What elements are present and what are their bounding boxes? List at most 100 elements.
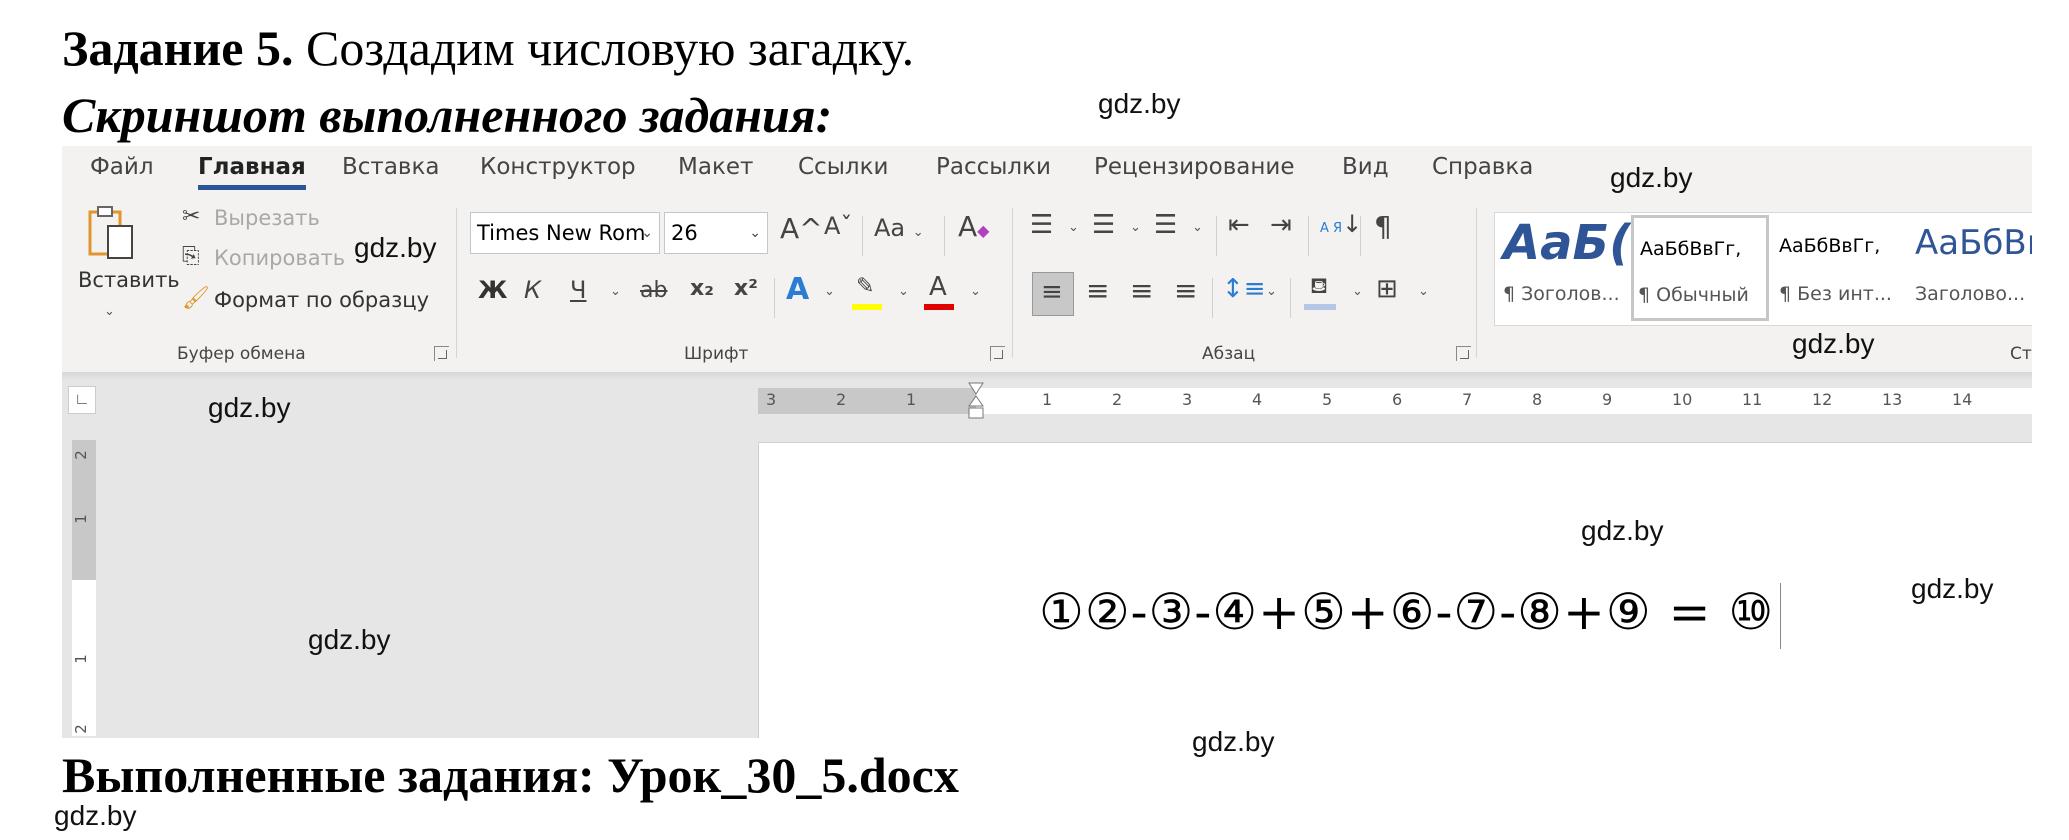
tab-design[interactable]: Конструктор	[480, 154, 636, 180]
document-page[interactable]: gdz.by gdz.by ①②-③-④+⑤+⑥-⑦-⑧+⑨ = ⑩	[758, 442, 2032, 738]
grow-font-button[interactable]: A^	[780, 212, 823, 245]
tab-layout[interactable]: Макет	[678, 154, 753, 180]
show-formatting-button[interactable]: ¶	[1374, 210, 1392, 243]
chevron-down-icon[interactable]: ⌄	[1068, 220, 1079, 235]
style-no-spacing[interactable]: АаБбВвГг, ¶ Без инт...	[1771, 213, 1907, 325]
justify-button[interactable]: ≡	[1174, 274, 1197, 307]
chevron-down-icon[interactable]: ⌄	[1352, 284, 1363, 299]
separator	[944, 216, 945, 256]
shading-button[interactable]: ⛾	[1304, 274, 1338, 312]
font-size-combo[interactable]: 26 ⌄	[664, 212, 768, 254]
style-heading-2[interactable]: АаБбВı Заголово...	[1907, 213, 2032, 325]
scissors-icon: ✂	[182, 204, 201, 229]
multilevel-list-icon[interactable]: ☰	[1154, 210, 1177, 240]
watermark: gdz.by	[1098, 88, 1181, 119]
strikethrough-button[interactable]: ab	[640, 278, 667, 303]
separator	[774, 278, 775, 318]
tab-view[interactable]: Вид	[1342, 154, 1389, 180]
bullets-icon[interactable]: ☰	[1030, 210, 1053, 240]
separator	[1360, 216, 1361, 256]
highlight-button[interactable]: ✎	[852, 274, 882, 312]
ruler-tick-label: 13	[1882, 390, 1903, 409]
tab-references[interactable]: Ссылки	[798, 154, 888, 180]
copy-button[interactable]: Копировать	[214, 246, 345, 270]
tab-review[interactable]: Рецензирование	[1094, 154, 1295, 180]
styles-group-label: Сти	[2010, 344, 2032, 364]
shrink-font-button[interactable]: Aˇ	[824, 212, 852, 240]
ribbon-tabs: Файл Главная Вставка Конструктор Макет С…	[62, 146, 2032, 196]
subscript-button[interactable]: x₂	[690, 276, 714, 301]
sort-icon[interactable]: А Я↓	[1320, 210, 1362, 238]
watermark: gdz.by	[1911, 573, 1994, 604]
style-heading-1[interactable]: АаБ( ¶ Зоголов...	[1495, 213, 1631, 325]
ruler-tick-label: 14	[1952, 390, 1973, 409]
indent-marker[interactable]	[968, 382, 984, 426]
watermark: gdz.by	[1192, 726, 1275, 757]
ruler-tick-label: 1	[71, 514, 90, 524]
align-right-button[interactable]: ≡	[1130, 274, 1153, 307]
watermark: gdz.by	[354, 232, 437, 263]
style-name: ¶ Зоголов...	[1503, 283, 1620, 305]
font-dialog-launcher[interactable]	[990, 346, 1005, 361]
numbering-icon[interactable]: ☰	[1092, 210, 1115, 240]
group-separator	[456, 208, 457, 358]
document-text[interactable]: ①②-③-④+⑤+⑥-⑦-⑧+⑨ = ⑩	[1039, 583, 1782, 649]
ruler-tick-label: 10	[1672, 390, 1693, 409]
tab-home[interactable]: Главная	[198, 154, 306, 190]
format-painter-button[interactable]: Формат по образцу	[214, 288, 429, 312]
line-spacing-icon[interactable]: ↕≡	[1222, 274, 1266, 304]
chevron-down-icon[interactable]: ⌄	[104, 304, 115, 319]
ruler-tick-label: 2	[836, 390, 847, 409]
ribbon-shadow	[62, 372, 2032, 380]
paragraph-group-label: Абзац	[1202, 344, 1256, 364]
task-heading: Задание 5. Создадим числовую загадку.	[62, 18, 914, 78]
horizontal-ruler[interactable]: 3 2 1 1 2 3 4 5 6 7 8 9 10 11 12 13 14	[758, 382, 2032, 419]
ruler-tick-label: 2	[71, 450, 90, 460]
chevron-down-icon[interactable]: ⌄	[898, 284, 909, 299]
chevron-down-icon[interactable]: ⌄	[1192, 220, 1203, 235]
ruler-left-margin	[758, 388, 976, 414]
tab-file[interactable]: Файл	[90, 154, 154, 180]
decrease-indent-icon[interactable]: ⇤	[1228, 210, 1250, 240]
font-name-combo[interactable]: Times New Rom ⌄	[470, 212, 660, 254]
ruler-tick-label: 1	[71, 654, 90, 664]
group-separator	[1476, 208, 1477, 358]
chevron-down-icon[interactable]: ⌄	[1266, 284, 1277, 299]
superscript-button[interactable]: x²	[734, 276, 758, 301]
paragraph-dialog-launcher[interactable]	[1456, 346, 1471, 361]
text-effects-icon[interactable]: A	[786, 272, 809, 307]
tab-insert[interactable]: Вставка	[342, 154, 439, 180]
clear-formatting-icon[interactable]: A◆	[958, 210, 989, 243]
clipboard-dialog-launcher[interactable]	[434, 346, 449, 361]
tab-mailings[interactable]: Рассылки	[936, 154, 1051, 180]
italic-button[interactable]: К	[524, 276, 541, 304]
style-name: ¶ Без инт...	[1779, 283, 1892, 305]
chevron-down-icon[interactable]: ⌄	[1418, 284, 1429, 299]
ruler-tick-label: 5	[1322, 390, 1333, 409]
vertical-ruler[interactable]: 2 1 1 2	[72, 440, 96, 736]
increase-indent-icon[interactable]: ⇥	[1270, 210, 1292, 240]
underline-button[interactable]: Ч	[570, 276, 586, 304]
chevron-down-icon[interactable]: ⌄	[1130, 220, 1141, 235]
cut-button[interactable]: Вырезать	[214, 206, 320, 230]
chevron-down-icon[interactable]: ⌄	[970, 284, 981, 299]
copy-icon: ⎘	[182, 244, 200, 269]
tab-help[interactable]: Справка	[1432, 154, 1533, 180]
chevron-down-icon: ⌄	[641, 225, 653, 241]
chevron-down-icon[interactable]: ⌄	[824, 284, 835, 299]
bold-button[interactable]: Ж	[478, 276, 507, 304]
chevron-down-icon[interactable]: ⌄	[610, 284, 621, 299]
style-normal[interactable]: АаБбВвГг, ¶ Обычный	[1631, 215, 1769, 321]
format-painter-icon: 🖌	[182, 286, 210, 311]
borders-icon[interactable]: ⊞	[1376, 274, 1398, 304]
tab-selector-button[interactable]: ∟	[68, 386, 96, 414]
chevron-down-icon: ⌄	[912, 225, 924, 240]
shading-color-bar	[1304, 304, 1336, 310]
task-description: Создадим числовую загадку.	[293, 20, 915, 76]
font-color-button[interactable]: A	[924, 272, 954, 312]
change-case-label: Aa	[874, 214, 906, 242]
align-center-button[interactable]: ≡	[1086, 274, 1109, 307]
word-window: Файл Главная Вставка Конструктор Макет С…	[62, 146, 2032, 738]
change-case-button[interactable]: Aa ⌄	[874, 214, 924, 242]
align-left-button[interactable]: ≡	[1032, 272, 1074, 316]
